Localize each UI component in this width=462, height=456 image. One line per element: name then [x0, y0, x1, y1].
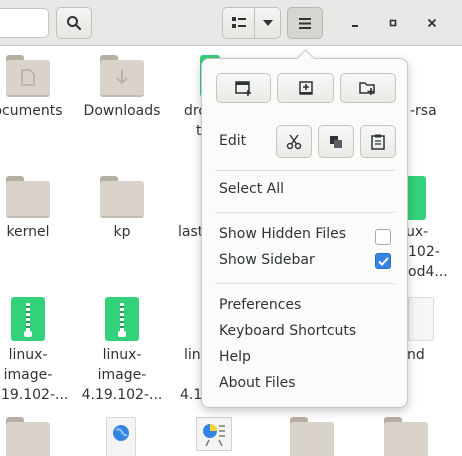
folder-icon: [290, 417, 334, 456]
show-sidebar-item[interactable]: Show Sidebar: [208, 248, 402, 274]
location-field[interactable]: [0, 8, 49, 38]
file-label: Downloads: [83, 103, 161, 119]
menu-separator: [215, 212, 395, 213]
file-label-line1: linux-: [8, 347, 48, 363]
new-folder-button[interactable]: [340, 73, 396, 103]
copy-button[interactable]: [318, 125, 354, 158]
folder-icon: [6, 417, 50, 456]
new-tab-button[interactable]: [277, 73, 334, 103]
close-icon: [427, 18, 437, 28]
about-files-label: About Files: [219, 375, 296, 391]
new-tab-icon: [298, 81, 313, 95]
file-icon: [408, 297, 434, 341]
web-file-icon: [106, 417, 136, 456]
new-folder-icon: [359, 82, 375, 95]
file-label: ocuments: [0, 103, 63, 119]
archive-icon: [105, 297, 139, 341]
file-label: -rsa: [410, 103, 437, 119]
show-sidebar-label: Show Sidebar: [219, 252, 315, 268]
view-list-icon: [231, 17, 246, 28]
paste-icon: [371, 134, 385, 150]
show-sidebar-checkbox[interactable]: [375, 253, 391, 269]
archive-icon: [406, 176, 426, 220]
menu-separator: [215, 283, 395, 284]
new-window-icon: [234, 81, 251, 96]
hamburger-menu-icon: [299, 17, 311, 29]
folder-icon: [100, 176, 144, 218]
paste-button[interactable]: [360, 125, 396, 158]
close-button[interactable]: [422, 13, 442, 33]
header-bar: [0, 0, 462, 46]
minimize-button[interactable]: [345, 13, 365, 33]
show-hidden-files-label: Show Hidden Files: [219, 226, 347, 242]
main-menu-button[interactable]: [287, 7, 323, 39]
minimize-icon: [352, 25, 358, 27]
about-files-item[interactable]: About Files: [208, 371, 402, 397]
select-all-item[interactable]: Select All: [208, 177, 402, 203]
file-label-line2: 102-: [408, 244, 440, 260]
file-label-line1: ux-: [406, 224, 429, 240]
copy-icon: [330, 135, 342, 148]
file-label-line3: od4...: [408, 264, 448, 280]
search-icon: [67, 16, 82, 31]
search-button[interactable]: [56, 7, 92, 39]
file-label-line2: image-: [97, 367, 147, 383]
new-window-button[interactable]: [216, 73, 271, 103]
chevron-down-icon: [262, 20, 273, 26]
help-item[interactable]: Help: [208, 345, 402, 371]
keyboard-shortcuts-label: Keyboard Shortcuts: [219, 323, 357, 339]
cut-button[interactable]: [276, 125, 312, 158]
show-hidden-files-item[interactable]: Show Hidden Files: [208, 222, 402, 248]
edit-label: Edit: [219, 133, 247, 149]
help-label: Help: [219, 349, 251, 365]
folder-icon: [6, 176, 50, 218]
file-label-line3: 4.19.102-...: [0, 387, 69, 403]
file-label-line2: image-: [3, 367, 53, 383]
file-label-line3: 4.19.102-...: [81, 387, 163, 403]
maximize-button[interactable]: [383, 13, 403, 33]
cut-icon: [286, 134, 302, 149]
folder-documents-icon: [6, 55, 50, 97]
file-label: kp: [113, 224, 131, 240]
maximize-icon: [389, 19, 397, 27]
menu-separator: [215, 170, 395, 171]
file-label-line1: linux-: [102, 347, 142, 363]
folder-icon: [384, 417, 428, 456]
main-menu-popover: Edit Select All Show Hidden Files Show S…: [201, 49, 408, 408]
archive-icon: [11, 297, 45, 341]
select-all-label: Select All: [219, 181, 284, 197]
show-hidden-files-checkbox[interactable]: [375, 229, 391, 245]
preferences-label: Preferences: [219, 297, 302, 313]
file-label: nd: [407, 347, 425, 363]
preferences-item[interactable]: Preferences: [208, 293, 402, 319]
presentation-icon: [196, 417, 232, 451]
checkmark-icon: [377, 256, 389, 266]
view-mode-button[interactable]: [222, 7, 255, 39]
file-label: kernel: [6, 224, 50, 240]
folder-download-icon: [100, 55, 144, 97]
view-options-button[interactable]: [254, 7, 281, 39]
keyboard-shortcuts-item[interactable]: Keyboard Shortcuts: [208, 319, 402, 345]
